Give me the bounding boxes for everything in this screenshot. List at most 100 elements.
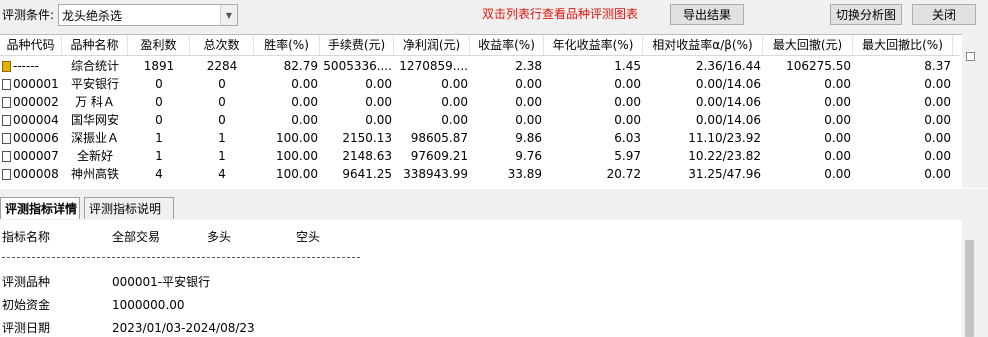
column-header[interactable]: 收益率(%) (470, 35, 544, 55)
document-icon (2, 115, 11, 126)
details-scroll-thumb[interactable] (965, 240, 974, 337)
detail-header-short: 空头 (296, 230, 321, 244)
table-cell: 100.00 (276, 167, 318, 181)
table-cell: 0.00 (924, 113, 951, 127)
table-cell: 0.00 (824, 131, 851, 145)
table-cell: 全新好 (76, 149, 113, 163)
document-icon (2, 133, 11, 144)
table-cell: 97609.21 (410, 149, 468, 163)
table-cell: 0.00 (441, 113, 468, 127)
table-cell: 0 (218, 77, 226, 91)
summary-icon (2, 61, 11, 72)
table-cell: 4 (218, 167, 226, 181)
table-cell: 0 (155, 113, 163, 127)
table-cell: 1 (218, 149, 226, 163)
column-header[interactable]: 最大回撤比(%) (853, 35, 953, 55)
detail-header-metric: 指标名称 (2, 230, 51, 244)
detail-header-long: 多头 (207, 230, 232, 244)
table-cell: 0.00/14.06 (695, 95, 761, 109)
table-cell: 0.00 (291, 77, 318, 91)
table-cell: 2.38 (515, 59, 542, 73)
results-table[interactable]: 品种代码 品种名称 盈利数 总次数 胜率(%) 手续费(元) 净利润(元) 收益率(%) 年化收… (0, 34, 988, 189)
column-header[interactable]: 年化收益率(%) (544, 35, 643, 55)
table-cell: 2284 (206, 59, 238, 73)
column-header[interactable]: 品种代码 (0, 35, 62, 55)
table-cell: 100.00 (276, 149, 318, 163)
table-cell: 1270859.... (399, 59, 468, 73)
column-header[interactable]: 手续费(元) (320, 35, 394, 55)
table-cell: 11.10/23.92 (688, 131, 761, 145)
switch-chart-button[interactable]: 切换分析图 (830, 4, 902, 25)
condition-select[interactable]: 龙头绝杀选 ▼ (58, 4, 238, 26)
table-row[interactable]: 000001 平安银行 0 0 0.00 0.00 0.00 0.00 0.00 0.00/14.… (0, 75, 960, 93)
column-header[interactable]: 相对收益率α/β(%) (643, 35, 763, 55)
cell-text: 000001 (13, 77, 59, 91)
table-cell: 平安银行 (70, 77, 119, 91)
table-cell: 82.79 (283, 59, 318, 73)
table-cell: 000006 (0, 129, 62, 147)
column-header[interactable]: 净利润(元) (394, 35, 470, 55)
column-header[interactable]: 盈利数 (128, 35, 190, 55)
table-cell: 6.03 (614, 131, 641, 145)
tab-metrics-description[interactable]: 评测指标说明 (84, 197, 174, 219)
table-cell: 万 科Ａ (75, 95, 115, 109)
tab-metrics-detail[interactable]: 评测指标详情 (0, 197, 80, 219)
cell-text: 000007 (13, 149, 59, 163)
detail-label: 评测日期 (2, 321, 51, 335)
table-cell: 0.00 (365, 77, 392, 91)
table-cell: 1.45 (614, 59, 641, 73)
column-header[interactable]: 品种名称 (62, 35, 128, 55)
close-button[interactable]: 关闭 (912, 4, 976, 25)
column-header[interactable]: 胜率(%) (254, 35, 320, 55)
table-row[interactable]: 000008 神州高铁 4 4 100.00 9641.25 338943.99 33.89 2… (0, 165, 960, 183)
chevron-down-icon[interactable]: ▼ (220, 5, 237, 25)
table-cell: 0.00 (515, 77, 542, 91)
table-cell: 000002 (0, 93, 62, 111)
detail-label: 初始资金 (2, 298, 51, 312)
table-cell: 0.00 (924, 95, 951, 109)
table-cell: 0.00 (515, 113, 542, 127)
table-cell: 0.00 (291, 95, 318, 109)
table-cell: 2150.13 (342, 131, 392, 145)
table-cell: 0.00 (441, 95, 468, 109)
table-cell: 0 (218, 113, 226, 127)
table-cell: 1 (155, 131, 163, 145)
table-cell: 000004 (0, 111, 62, 129)
column-header[interactable]: 最大回撤(元) (763, 35, 853, 55)
table-cell: 1891 (143, 59, 175, 73)
table-cell: 0.00 (365, 95, 392, 109)
table-cell: 9.76 (515, 149, 542, 163)
table-row[interactable]: 000007 全新好 1 1 100.00 2148.63 97609.21 9.76 5.97… (0, 147, 960, 165)
table-row[interactable]: 000006 深振业Ａ 1 1 100.00 2150.13 98605.87 9.86 6.0… (0, 129, 960, 147)
table-cell: 0 (155, 95, 163, 109)
table-cell: 8.37 (924, 59, 951, 73)
column-header[interactable]: 总次数 (190, 35, 254, 55)
scroll-box-icon[interactable] (966, 52, 975, 61)
document-icon (2, 79, 11, 90)
table-cell: 0.00 (924, 149, 951, 163)
table-cell: 0.00 (614, 113, 641, 127)
condition-label: 评测条件: (2, 8, 55, 22)
table-cell: 0.00/14.06 (695, 77, 761, 91)
table-cell: 0.00 (365, 113, 392, 127)
table-cell: 106275.50 (786, 59, 851, 73)
document-icon (2, 97, 11, 108)
table-cell: 0.00 (614, 77, 641, 91)
table-cell: 0 (155, 77, 163, 91)
table-cell: 0.00 (614, 95, 641, 109)
table-row[interactable]: 000002 万 科Ａ 0 0 0.00 0.00 0.00 0.00 0.00 0.00/14.… (0, 93, 960, 111)
table-cell: 31.25/47.96 (688, 167, 761, 181)
document-icon (2, 169, 11, 180)
export-results-button[interactable]: 导出结果 (670, 4, 744, 25)
table-cell: 0.00/14.06 (695, 113, 761, 127)
table-cell: 0.00 (515, 95, 542, 109)
table-row[interactable]: 000004 国华网安 0 0 0.00 0.00 0.00 0.00 0.00 0.00/14.… (0, 111, 960, 129)
table-cell: 000008 (0, 165, 62, 183)
summary-row[interactable]: ------ 综合统计 1891 2284 82.79 5005336.... 127085… (0, 57, 960, 75)
hint-text: 双击列表行查看品种评测图表 (482, 7, 639, 21)
table-cell: 100.00 (276, 131, 318, 145)
detail-value: 000001-平安银行 (112, 275, 211, 289)
table-cell: 0.00 (824, 167, 851, 181)
table-cell: 0.00 (824, 95, 851, 109)
cell-text: ------ (13, 59, 39, 73)
